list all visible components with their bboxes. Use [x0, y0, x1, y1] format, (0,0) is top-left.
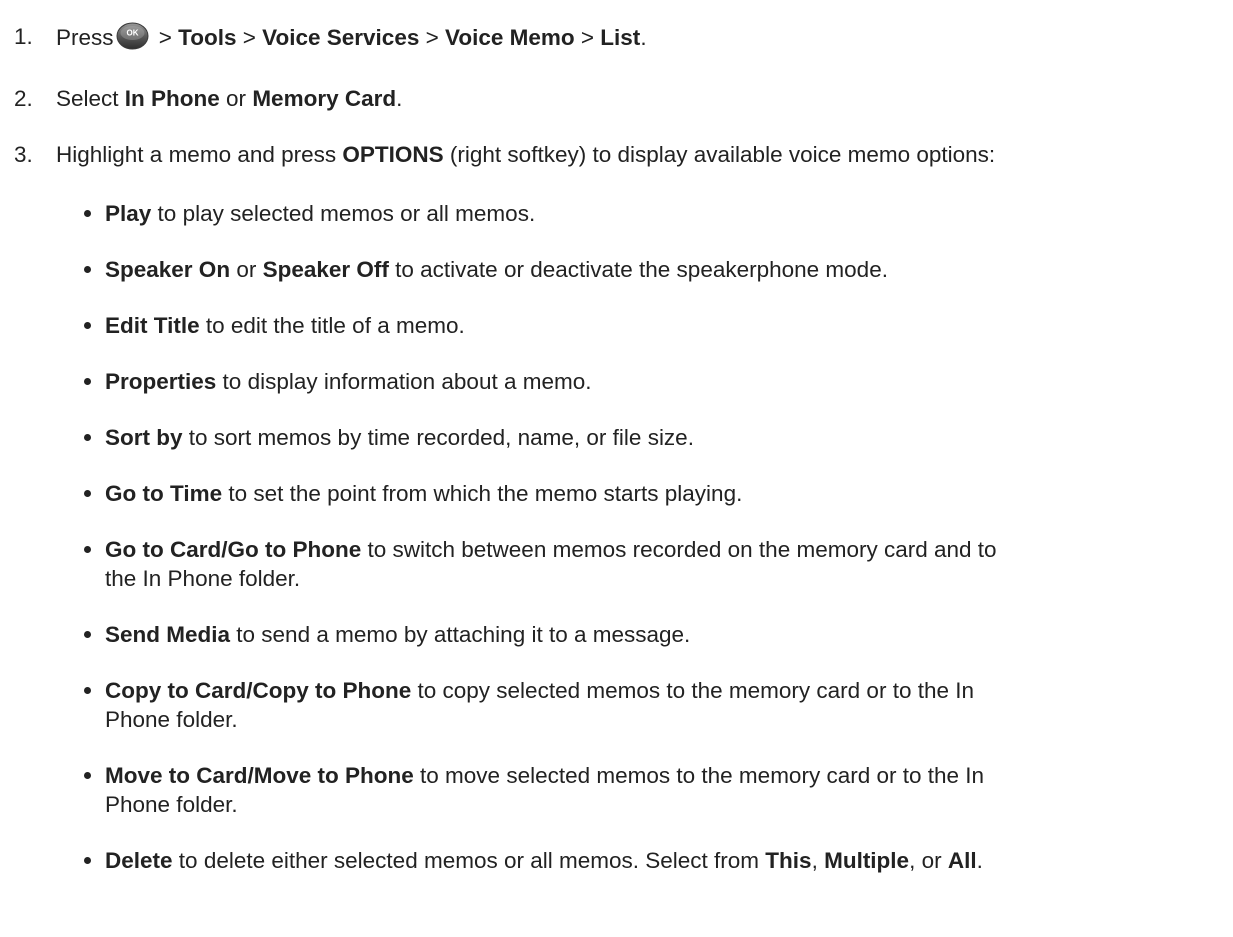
select-text: Select	[56, 86, 125, 111]
option-desc: to sort memos by time recorded, name, or…	[182, 425, 694, 450]
separator: >	[419, 25, 446, 50]
period: .	[976, 848, 983, 873]
step-text: Press OK > Tools > Voice Services > Voic…	[56, 22, 647, 52]
choice-this: This	[765, 848, 812, 873]
option-desc: to delete either selected memos or all m…	[172, 848, 766, 873]
bullet-icon	[84, 772, 91, 779]
list-item-text: Sort by to sort memos by time recorded, …	[105, 423, 1225, 452]
option-desc: to edit the title of a memo.	[199, 313, 465, 338]
option-term: Speaker On	[105, 257, 231, 282]
step-number: 1.	[14, 24, 33, 49]
list-item-text: Move to Card/Move to Phone to move selec…	[105, 761, 1225, 819]
option-desc: to switch between memos recorded on the …	[361, 537, 997, 562]
option-desc: to move selected memos to the memory car…	[413, 763, 985, 788]
comma: ,	[811, 848, 825, 873]
bullet-icon	[84, 857, 91, 864]
options-softkey: OPTIONS	[342, 142, 444, 167]
period: .	[396, 86, 403, 111]
period: .	[640, 25, 647, 50]
bullet-icon	[84, 266, 91, 273]
ok-icon-label: OK	[126, 29, 138, 38]
bullet-icon	[84, 490, 91, 497]
menu-tools: Tools	[178, 25, 237, 50]
step-text-post: (right softkey) to display available voi…	[443, 142, 996, 167]
bullet-icon	[84, 687, 91, 694]
separator: >	[236, 25, 263, 50]
step-text: Select In Phone or Memory Card.	[56, 84, 402, 113]
choice-all: All	[947, 848, 977, 873]
option-term: Go to Time	[105, 481, 223, 506]
option-desc: to copy selected memos to the memory car…	[411, 678, 975, 703]
option-term: Speaker Off	[262, 257, 389, 282]
option-memory-card: Memory Card	[252, 86, 397, 111]
option-term: Delete	[105, 848, 173, 873]
option-term: Send Media	[105, 622, 231, 647]
step-number: 2.	[14, 86, 33, 111]
option-term: Edit Title	[105, 313, 200, 338]
option-term: Properties	[105, 369, 217, 394]
list-item-text: Edit Title to edit the title of a memo.	[105, 311, 1225, 340]
list-item-text: Delete to delete either selected memos o…	[105, 846, 1225, 875]
menu-voice-services: Voice Services	[262, 25, 420, 50]
list-item-text: Go to Time to set the point from which t…	[105, 479, 1225, 508]
or-text: or	[219, 86, 253, 111]
option-desc-line2: Phone folder.	[105, 792, 238, 817]
bullet-icon	[84, 546, 91, 553]
step-text-pre: Highlight a memo and press	[56, 142, 343, 167]
list-item-text: Send Media to send a memo by attaching i…	[105, 620, 1225, 649]
option-desc: to set the point from which the memo sta…	[222, 481, 743, 506]
bullet-icon	[84, 434, 91, 441]
separator: >	[152, 25, 179, 50]
separator: >	[574, 25, 601, 50]
option-desc-line2: Phone folder.	[105, 707, 238, 732]
option-in-phone: In Phone	[124, 86, 220, 111]
option-desc: to activate or deactivate the speakerpho…	[388, 257, 888, 282]
comma-or: , or	[909, 848, 948, 873]
option-term: Move to Card/Move to Phone	[105, 763, 414, 788]
option-desc: to display information about a memo.	[216, 369, 592, 394]
menu-voice-memo: Voice Memo	[445, 25, 575, 50]
list-item-text: Play to play selected memos or all memos…	[105, 199, 1225, 228]
bullet-icon	[84, 210, 91, 217]
option-term: Sort by	[105, 425, 183, 450]
list-item-text: Copy to Card/Copy to Phone to copy selec…	[105, 676, 1225, 734]
document-page: 1. Press OK > Tools > Voice Services > V…	[0, 0, 1233, 937]
list-item-text: Properties to display information about …	[105, 367, 1225, 396]
press-text: Press	[56, 25, 114, 50]
list-item-text: Go to Card/Go to Phone to switch between…	[105, 535, 1225, 593]
ok-button-icon: OK	[116, 22, 149, 50]
bullet-icon	[84, 378, 91, 385]
bullet-icon	[84, 322, 91, 329]
option-term: Go to Card/Go to Phone	[105, 537, 362, 562]
step-text: Highlight a memo and press OPTIONS (righ…	[56, 140, 995, 169]
menu-list: List	[600, 25, 641, 50]
option-term: Play	[105, 201, 152, 226]
list-item-text: Speaker On or Speaker Off to activate or…	[105, 255, 1225, 284]
option-term: Copy to Card/Copy to Phone	[105, 678, 412, 703]
option-desc-line2: the In Phone folder.	[105, 566, 301, 591]
bullet-icon	[84, 631, 91, 638]
option-desc: to play selected memos or all memos.	[151, 201, 536, 226]
choice-multiple: Multiple	[824, 848, 910, 873]
option-desc: to send a memo by attaching it to a mess…	[230, 622, 691, 647]
step-number: 3.	[14, 142, 33, 167]
or-text: or	[230, 257, 263, 282]
